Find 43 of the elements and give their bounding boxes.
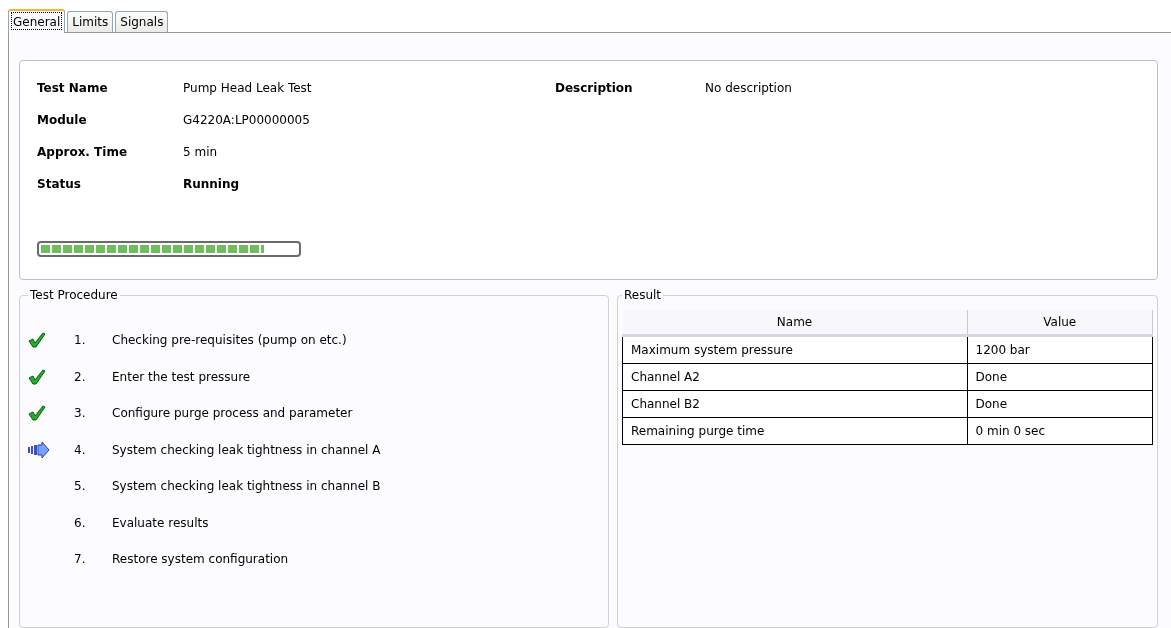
tab[interactable]: Signals	[115, 11, 169, 32]
step-number: 5.	[74, 479, 87, 494]
tab[interactable]: Limits	[67, 11, 114, 32]
group-title: Test Procedure	[29, 288, 119, 302]
field-value: Pump Head Leak Test	[183, 81, 312, 95]
field-label: Description	[555, 81, 634, 95]
step-text: System checking leak tightness in channel A	[112, 442, 381, 457]
table-cell: 1200 bar	[967, 335, 1153, 364]
checkmark-icon	[28, 367, 46, 386]
step-text: Configure purge process and parameter	[112, 406, 353, 421]
table-cell: Channel B2	[622, 390, 967, 418]
column-header[interactable]: Value	[967, 310, 1153, 336]
group-title: Result	[623, 288, 663, 302]
table-cell: Done	[967, 363, 1153, 391]
arrow-icon	[28, 440, 50, 459]
step-number: 6.	[74, 515, 87, 530]
step-number: 2.	[74, 369, 87, 384]
step-number: 3.	[74, 406, 87, 421]
step-text: System checking leak tightness in channel B	[112, 479, 381, 494]
column-header[interactable]: Name	[622, 310, 967, 336]
table-cell: Channel A2	[622, 363, 967, 391]
field-value: G4220A:LP00000005	[183, 113, 310, 127]
step-number: 4.	[74, 442, 87, 457]
tab[interactable]: General	[8, 9, 66, 33]
table-cell: Done	[967, 390, 1153, 418]
step-text: Checking pre-requisites (pump on etc.)	[112, 333, 347, 348]
step-text: Evaluate results	[112, 515, 209, 530]
table-cell: Maximum system pressure	[622, 335, 967, 364]
table-cell: 0 min 0 sec	[967, 417, 1153, 445]
step-number: 1.	[74, 333, 87, 348]
field-value: 5 min	[183, 145, 218, 159]
field-label: Test Name	[37, 81, 109, 95]
checkmark-icon	[28, 404, 46, 423]
step-text: Enter the test pressure	[112, 369, 251, 384]
table-cell: Remaining purge time	[622, 417, 967, 445]
field-value: No description	[705, 81, 792, 95]
field-label: Status	[37, 177, 82, 191]
step-text: Restore system configuration	[112, 552, 289, 567]
field-value: Running	[183, 177, 240, 191]
field-label: Module	[37, 113, 88, 127]
step-number: 7.	[74, 552, 87, 567]
checkmark-icon	[28, 331, 46, 350]
field-label: Approx. Time	[37, 145, 129, 159]
